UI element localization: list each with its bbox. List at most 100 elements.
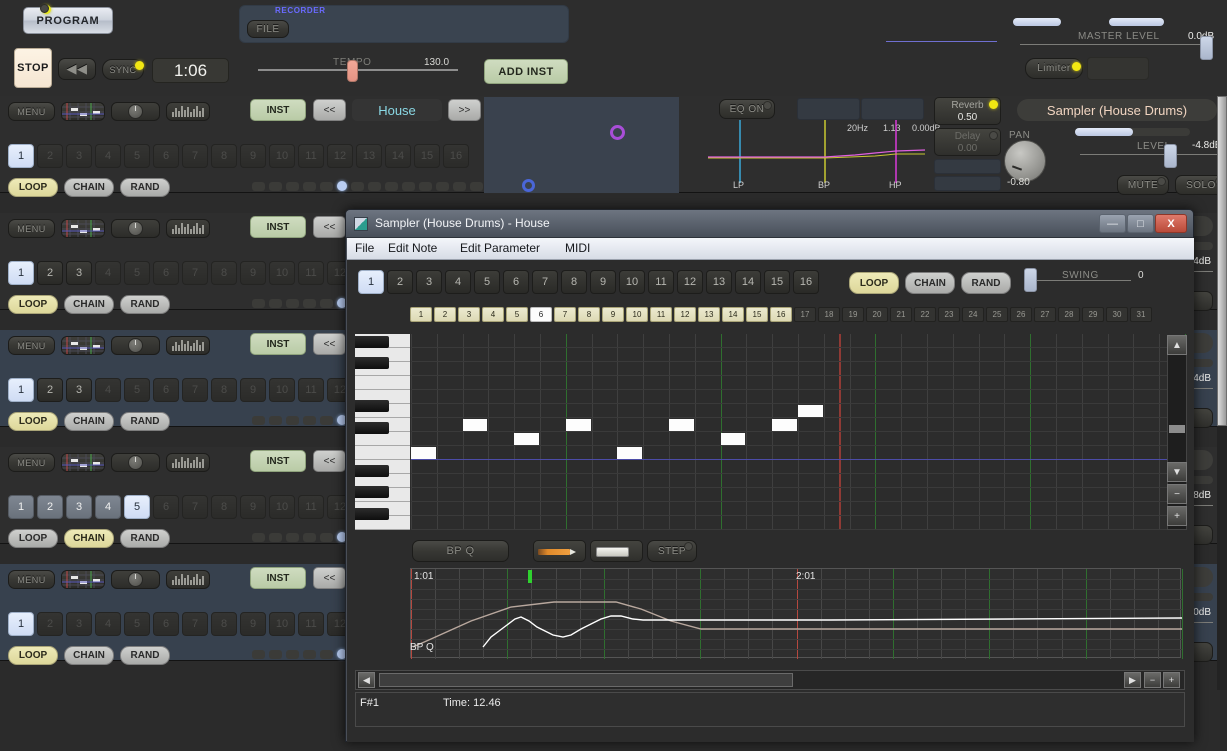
- sampler-bar-button[interactable]: 23: [938, 307, 960, 322]
- limiter-slot[interactable]: [1087, 57, 1149, 80]
- sampler-bar-button[interactable]: 20: [866, 307, 888, 322]
- piano-roll-note[interactable]: [411, 447, 436, 459]
- tempo-slider-thumb[interactable]: [347, 60, 358, 82]
- xy-node-blue[interactable]: [522, 179, 535, 192]
- track-inst-button[interactable]: INST: [250, 216, 306, 238]
- track-pattern-button[interactable]: 6: [153, 495, 179, 519]
- knob-icon[interactable]: [111, 570, 160, 589]
- fx-slot-3[interactable]: [934, 159, 1001, 174]
- track-pattern-button[interactable]: 3: [66, 612, 92, 636]
- sampler-bar-button[interactable]: 30: [1106, 307, 1128, 322]
- track-pattern-button[interactable]: 5: [124, 612, 150, 636]
- fx-slot-4[interactable]: [934, 176, 1001, 191]
- waveform-icon[interactable]: [61, 336, 105, 355]
- sampler-bar-button[interactable]: 6: [530, 307, 552, 322]
- track-pattern-button[interactable]: 2: [37, 495, 63, 519]
- sampler-bar-button[interactable]: 8: [578, 307, 600, 322]
- track-pattern-button[interactable]: 9: [240, 378, 266, 402]
- track-pattern-button[interactable]: 14: [385, 144, 411, 168]
- menu-file[interactable]: File: [355, 241, 374, 255]
- sampler-bar-button[interactable]: 26: [1010, 307, 1032, 322]
- track-pattern-button[interactable]: 1: [8, 144, 34, 168]
- track-pattern-button[interactable]: 4: [95, 612, 121, 636]
- track-pattern-button[interactable]: 9: [240, 144, 266, 168]
- level-slider-track[interactable]: [1080, 154, 1220, 155]
- track-mode-rand-button[interactable]: RAND: [120, 178, 170, 197]
- track-pattern-button[interactable]: 8: [211, 612, 237, 636]
- knob-icon[interactable]: [111, 453, 160, 472]
- track-pattern-button[interactable]: 12: [327, 144, 353, 168]
- piano-roll-note[interactable]: [669, 419, 694, 431]
- menu-midi[interactable]: MIDI: [565, 241, 590, 255]
- track-mode-chain-button[interactable]: CHAIN: [64, 412, 114, 431]
- sampler-bar-button[interactable]: 16: [770, 307, 792, 322]
- track-pattern-button[interactable]: 1: [8, 612, 34, 636]
- sampler-bar-button[interactable]: 12: [674, 307, 696, 322]
- maximize-icon[interactable]: □: [1127, 214, 1154, 233]
- scroll-up-icon[interactable]: ▲: [1167, 335, 1187, 355]
- track-pattern-button[interactable]: 2: [37, 144, 63, 168]
- track-pattern-button[interactable]: 6: [153, 144, 179, 168]
- track-pattern-button[interactable]: 10: [269, 495, 295, 519]
- sampler-bar-button[interactable]: 11: [650, 307, 672, 322]
- track-pattern-button[interactable]: 11: [298, 495, 324, 519]
- track-inst-button[interactable]: INST: [250, 450, 306, 472]
- sampler-pattern-button[interactable]: 15: [764, 270, 790, 294]
- sampler-mode-rand-button[interactable]: RAND: [961, 272, 1011, 294]
- track-mode-rand-button[interactable]: RAND: [120, 412, 170, 431]
- track-pattern-button[interactable]: 4: [95, 495, 121, 519]
- sampler-mode-loop-button[interactable]: LOOP: [849, 272, 899, 294]
- pencil-icon[interactable]: [533, 540, 586, 562]
- track-inst-button[interactable]: INST: [250, 333, 306, 355]
- track-pattern-button[interactable]: 7: [182, 144, 208, 168]
- track-prev-button[interactable]: <<: [313, 216, 346, 238]
- sampler-pattern-button[interactable]: 12: [677, 270, 703, 294]
- sampler-bar-button[interactable]: 2: [434, 307, 456, 322]
- sampler-bar-button[interactable]: 1: [410, 307, 432, 322]
- piano-roll-note[interactable]: [617, 447, 643, 459]
- track-pattern-button[interactable]: 5: [124, 144, 150, 168]
- track-prev-button[interactable]: <<: [313, 567, 346, 589]
- track-mode-rand-button[interactable]: RAND: [120, 646, 170, 665]
- sampler-bar-button[interactable]: 24: [962, 307, 984, 322]
- program-button[interactable]: PROGRAM: [23, 7, 113, 34]
- menu-edit-parameter[interactable]: Edit Parameter: [460, 241, 540, 255]
- track-prev-button[interactable]: <<: [313, 450, 346, 472]
- piano-roll-note[interactable]: [514, 433, 539, 445]
- eraser-icon[interactable]: [590, 540, 643, 562]
- track-pattern-button[interactable]: 8: [211, 144, 237, 168]
- track-pattern-button[interactable]: 3: [66, 261, 92, 285]
- piano-black-key[interactable]: [355, 465, 389, 477]
- sampler-bar-button[interactable]: 19: [842, 307, 864, 322]
- track-pattern-button[interactable]: 5: [124, 261, 150, 285]
- piano-roll-note[interactable]: [772, 419, 797, 431]
- track-pattern-button[interactable]: 8: [211, 261, 237, 285]
- piano-keyboard[interactable]: [355, 334, 410, 530]
- track-inst-button[interactable]: INST: [250, 99, 306, 121]
- track-pattern-button[interactable]: 9: [240, 261, 266, 285]
- close-icon[interactable]: X: [1155, 214, 1187, 233]
- track-pattern-button[interactable]: 10: [269, 378, 295, 402]
- track-pattern-button[interactable]: 7: [182, 378, 208, 402]
- scroll-right-icon[interactable]: ▶: [1124, 672, 1141, 688]
- piano-roll-note[interactable]: [720, 433, 746, 445]
- sampler-pattern-button[interactable]: 2: [387, 270, 413, 294]
- track-pattern-button[interactable]: 7: [182, 261, 208, 285]
- track-prev-button[interactable]: <<: [313, 99, 346, 121]
- piano-roll-grid[interactable]: [411, 334, 1186, 530]
- sampler-bar-button[interactable]: 17: [794, 307, 816, 322]
- sampler-pattern-button[interactable]: 5: [474, 270, 500, 294]
- track-menu-button[interactable]: MENU: [8, 219, 55, 238]
- level-slider-thumb[interactable]: [1164, 144, 1177, 168]
- horizontal-scrollbar-thumb[interactable]: [379, 673, 793, 687]
- knob-icon[interactable]: [111, 219, 160, 238]
- piano-roll[interactable]: [355, 334, 1186, 530]
- main-vertical-scrollbar-thumb[interactable]: [1217, 96, 1227, 426]
- track-pattern-button[interactable]: 6: [153, 378, 179, 402]
- instrument-name[interactable]: Sampler (House Drums): [1017, 99, 1217, 121]
- knob-icon[interactable]: [111, 102, 160, 121]
- sampler-pattern-button[interactable]: 13: [706, 270, 732, 294]
- track-pattern-button[interactable]: 9: [240, 612, 266, 636]
- track-pattern-button[interactable]: 5: [124, 495, 150, 519]
- sampler-titlebar[interactable]: Sampler (House Drums) - House — □ X: [346, 210, 1193, 238]
